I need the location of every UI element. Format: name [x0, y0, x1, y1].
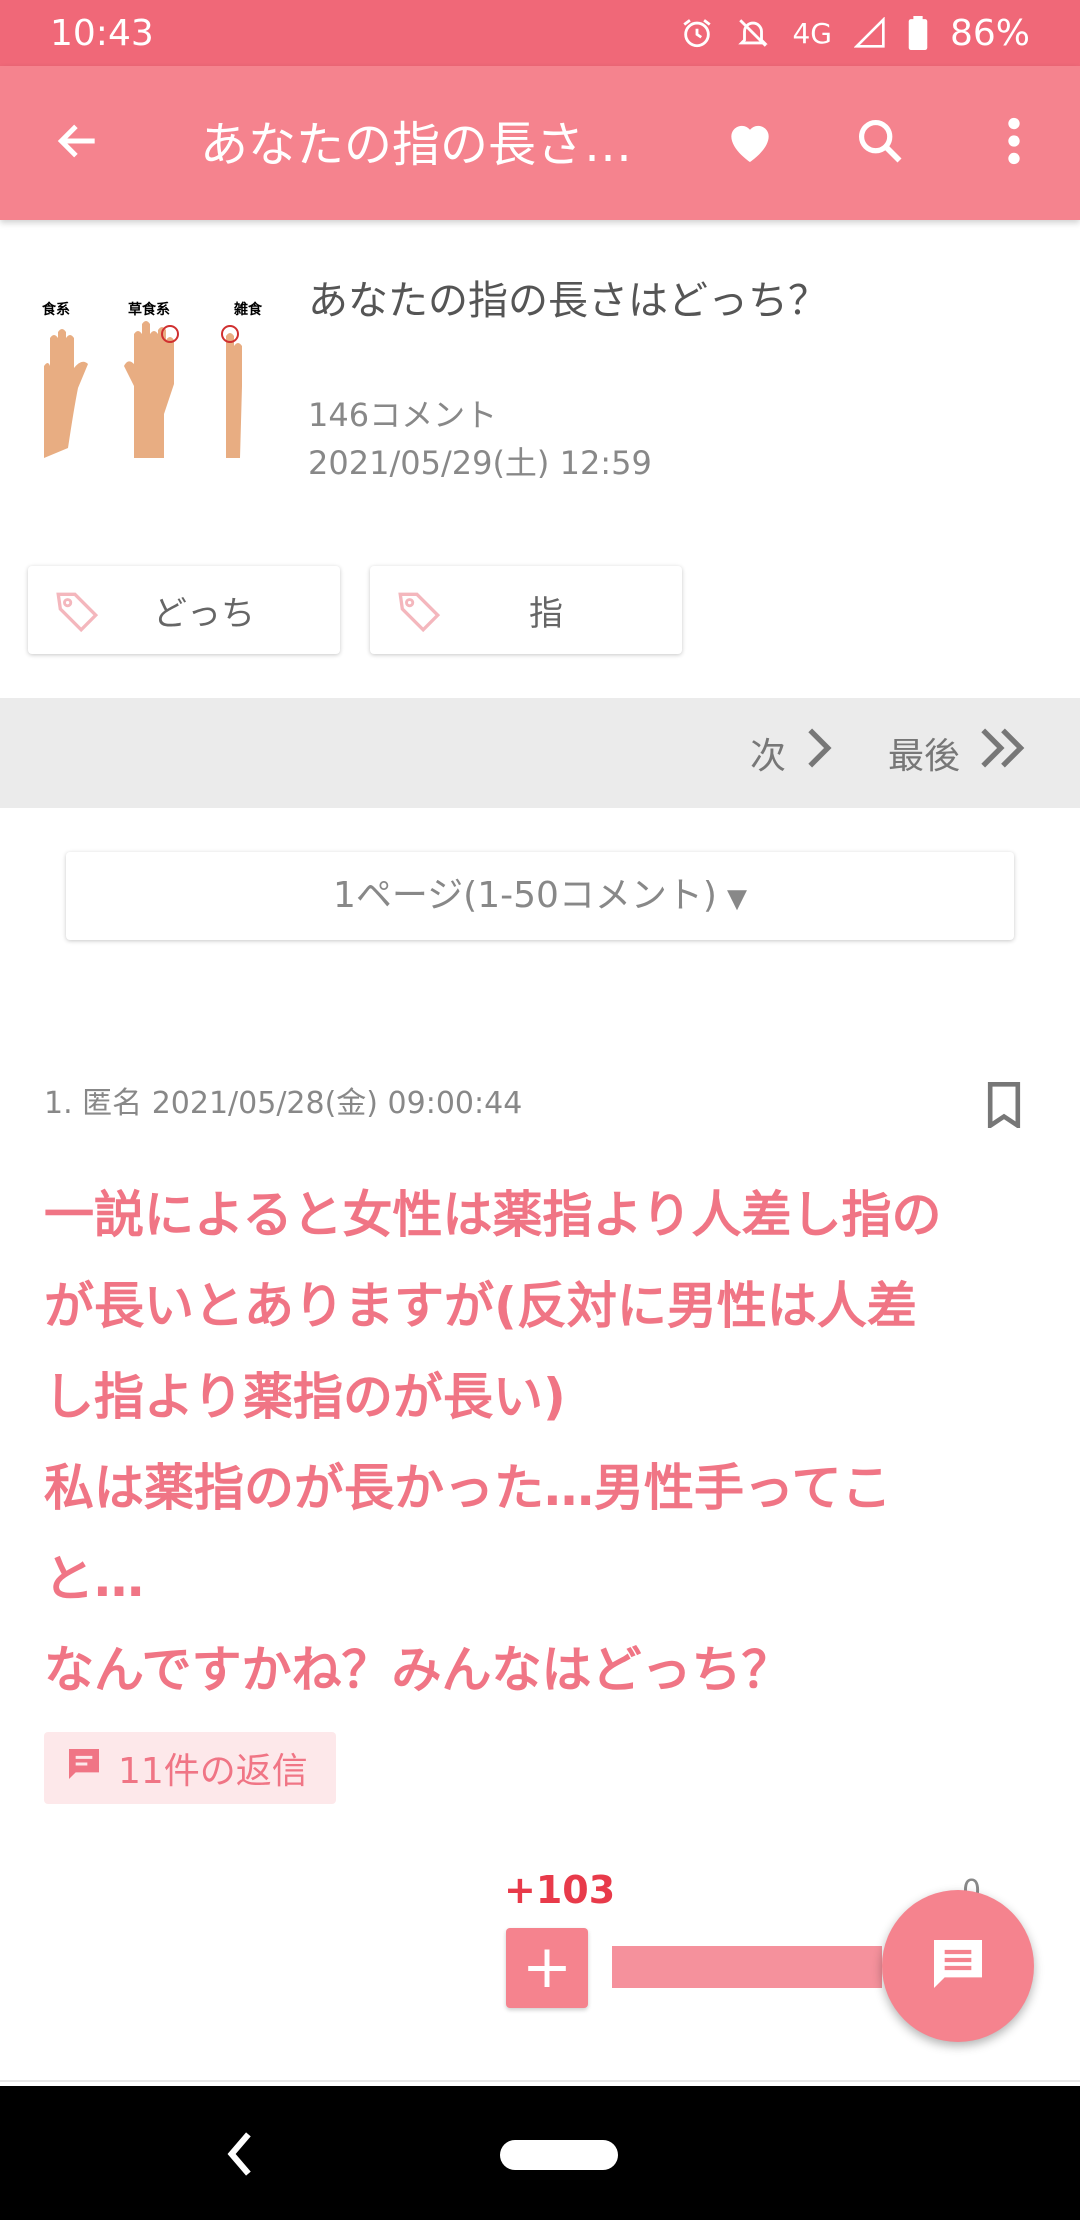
pager-bar: 次 最後 [0, 698, 1080, 808]
plus-vote-button[interactable]: + [506, 1928, 588, 2008]
tag-icon [50, 586, 104, 640]
signal-icon [853, 17, 886, 49]
thread-thumbnail[interactable]: 食系 草食系 雑食 [42, 276, 266, 458]
network-type: 4G [792, 16, 832, 50]
heart-icon [722, 113, 778, 173]
chevron-right-icon [804, 726, 834, 779]
thread-comment-count: 146コメント [308, 396, 498, 434]
replies-button[interactable]: 11件の返信 [44, 1732, 336, 1804]
vote-ratio-bar [612, 1946, 882, 1988]
last-page-button[interactable]: 最後 [888, 726, 1028, 779]
thumb-label-2: 草食系 [128, 301, 170, 318]
system-nav-bar [0, 2086, 1080, 2220]
bell-off-icon [736, 16, 770, 50]
bookmark-button[interactable] [984, 1082, 1024, 1132]
next-label: 次 [750, 735, 787, 777]
bookmark-icon [984, 1082, 1024, 1132]
tag-icon [392, 586, 446, 640]
chat-icon [926, 1932, 990, 2000]
favorite-button[interactable] [710, 103, 790, 183]
status-bar: 10:43 4G 86% [0, 0, 1080, 66]
page-select-dropdown[interactable]: 1ページ(1-50コメント) ▼ [66, 852, 1014, 940]
thumb-label-3: 雑食 [233, 301, 263, 318]
page-select-label: 1ページ(1-50コメント) [333, 875, 717, 916]
write-comment-fab[interactable] [882, 1890, 1034, 2042]
alarm-icon [680, 16, 714, 50]
dropdown-arrow-icon: ▼ [726, 884, 747, 914]
comment-icon [64, 1744, 104, 1793]
back-button[interactable] [38, 103, 118, 183]
back-arrow-icon [53, 116, 103, 170]
search-icon [854, 115, 906, 171]
last-label: 最後 [888, 735, 961, 777]
app-bar-title: あなたの指の長さはどっち？ [200, 117, 680, 173]
nav-back-icon[interactable] [220, 2126, 260, 2186]
comment-body: 一説によると女性は薬指より人差し指の が長いとありますが(反対に男性は人差 し指… [44, 1186, 942, 1699]
app-bar: あなたの指の長さはどっち？ [0, 66, 1080, 220]
next-page-button[interactable]: 次 [750, 726, 834, 779]
double-chevron-right-icon [978, 726, 1028, 779]
tag-yubi[interactable]: 指 [370, 566, 682, 654]
replies-label: 11件の返信 [118, 1751, 308, 1792]
battery-level: 86% [949, 12, 1030, 54]
status-time: 10:43 [50, 12, 154, 54]
thumb-label-1: 食系 [42, 301, 70, 318]
search-button[interactable] [840, 103, 920, 183]
comment-meta: 1. 匿名 2021/05/28(金) 09:00:44 [44, 1086, 523, 1121]
nav-home-pill[interactable] [500, 2140, 618, 2170]
more-options-button[interactable] [974, 103, 1054, 183]
thread-title: あなたの指の長さはどっち？ [308, 278, 828, 324]
tag-dotchi[interactable]: どっち [28, 566, 340, 654]
battery-icon [908, 16, 928, 50]
more-vert-icon [1006, 117, 1022, 169]
divider [0, 2080, 1080, 2082]
thread-date: 2021/05/29(土) 12:59 [308, 444, 652, 482]
vote-score: +103 [504, 1868, 616, 1912]
